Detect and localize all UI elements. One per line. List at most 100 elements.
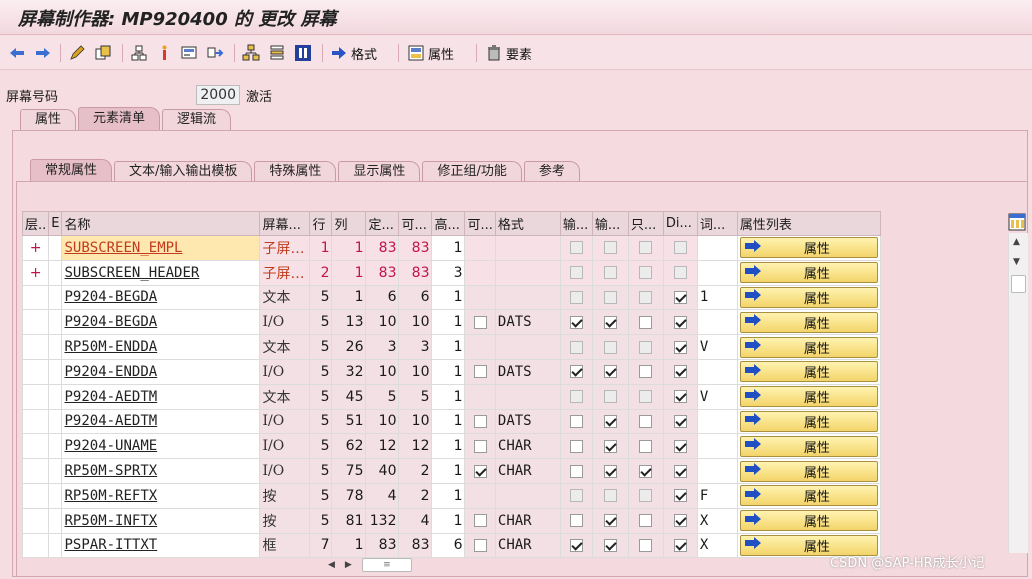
checkbox[interactable]: [639, 290, 653, 304]
scrollable-cell[interactable]: [464, 259, 496, 286]
checkbox[interactable]: [569, 514, 583, 528]
word-cell[interactable]: V: [696, 383, 738, 410]
output-cell[interactable]: [591, 408, 629, 435]
element-name[interactable]: P9204-BEGDA: [61, 284, 261, 311]
visible-length-cell[interactable]: 6: [398, 284, 433, 311]
height-cell[interactable]: 1: [431, 458, 466, 484]
word-cell[interactable]: [696, 433, 738, 460]
attributes-row-button[interactable]: 属性: [739, 361, 878, 383]
checkbox[interactable]: [673, 439, 687, 453]
output-cell[interactable]: [591, 309, 629, 336]
readonly-cell[interactable]: [627, 284, 664, 311]
word-cell[interactable]: F: [696, 482, 738, 509]
attributes-button[interactable]: 属性: [407, 42, 454, 64]
readonly-cell[interactable]: [627, 532, 664, 559]
col-word[interactable]: 词...: [696, 211, 738, 236]
dict-cell[interactable]: [662, 235, 698, 261]
checkbox[interactable]: [473, 315, 487, 329]
element-name[interactable]: P9204-UNAME: [61, 433, 261, 460]
table-row[interactable]: P9204-AEDTM 文本 5 45 5 5 1 V 属性: [21, 383, 881, 410]
attributes-row-button[interactable]: 属性: [739, 386, 878, 408]
attributes-row-button[interactable]: 属性: [739, 410, 878, 432]
visible-length-cell[interactable]: 10: [398, 358, 433, 385]
readonly-cell[interactable]: [627, 458, 664, 484]
output-cell[interactable]: [591, 334, 629, 360]
table-row[interactable]: PSPAR-ITTXT 框 7 1 83 83 6 CHAR X 属性: [21, 532, 881, 559]
tree-button[interactable]: [242, 42, 260, 64]
word-cell[interactable]: [696, 259, 738, 286]
tab-attributes[interactable]: 属性: [20, 109, 77, 130]
checkbox[interactable]: [673, 241, 687, 255]
checkbox[interactable]: [673, 489, 687, 503]
col-scrollable[interactable]: 可...: [464, 211, 496, 236]
horizontal-scroll-thumb[interactable]: ≡: [361, 558, 412, 572]
checkbox[interactable]: [673, 340, 687, 354]
input-cell[interactable]: [559, 309, 593, 336]
tab-display-attributes[interactable]: 显示属性: [338, 161, 421, 182]
checkbox[interactable]: [473, 365, 487, 379]
table-row[interactable]: RP50M-SPRTX I/O 5 75 40 2 1 CHAR 属性: [21, 458, 881, 484]
output-cell[interactable]: [591, 507, 629, 534]
visible-length-cell[interactable]: 10: [398, 309, 433, 336]
attributes-row-button[interactable]: 属性: [739, 460, 878, 482]
row-marker[interactable]: +: [21, 235, 50, 261]
element-name[interactable]: RP50M-SPRTX: [61, 458, 261, 484]
visible-length-cell[interactable]: 10: [398, 408, 433, 435]
checkbox[interactable]: [603, 514, 617, 528]
checkbox[interactable]: [603, 315, 617, 329]
output-cell[interactable]: [591, 532, 629, 559]
word-cell[interactable]: [696, 458, 738, 484]
col-visible-length[interactable]: 可...: [398, 211, 433, 236]
checkbox[interactable]: [673, 266, 687, 280]
height-cell[interactable]: 1: [431, 309, 466, 336]
visible-length-cell[interactable]: 3: [398, 334, 433, 360]
attributes-row-button[interactable]: 属性: [739, 237, 878, 259]
scroll-down-icon[interactable]: ▼: [1013, 257, 1020, 267]
checkbox[interactable]: [603, 489, 617, 503]
checkbox[interactable]: [603, 538, 617, 552]
scrollable-cell[interactable]: [464, 358, 496, 385]
element-name[interactable]: SUBSCREEN_HEADER: [61, 259, 261, 286]
visible-length-cell[interactable]: 5: [398, 383, 433, 410]
element-name[interactable]: P9204-AEDTM: [61, 383, 261, 410]
table-row[interactable]: P9204-ENDDA I/O 5 32 10 10 1 DATS 属性: [21, 358, 881, 385]
input-cell[interactable]: [559, 482, 593, 509]
dict-cell[interactable]: [662, 358, 698, 385]
dict-cell[interactable]: [662, 334, 698, 360]
checkbox[interactable]: [603, 241, 617, 255]
checkbox[interactable]: [473, 414, 487, 428]
checkbox[interactable]: [639, 315, 653, 329]
element-name[interactable]: P9204-BEGDA: [61, 309, 261, 336]
checkbox[interactable]: [473, 439, 487, 453]
checkbox[interactable]: [639, 266, 653, 280]
word-cell[interactable]: [696, 358, 738, 385]
scroll-left-icon[interactable]: ◀: [328, 560, 335, 570]
checkbox[interactable]: [639, 414, 653, 428]
col-output[interactable]: 输...: [591, 211, 629, 236]
dict-cell[interactable]: [662, 309, 698, 336]
tab-general-attributes[interactable]: 常规属性: [30, 159, 113, 182]
checkbox[interactable]: [569, 241, 583, 255]
checkbox[interactable]: [473, 514, 487, 528]
checkbox[interactable]: [473, 464, 487, 478]
word-cell[interactable]: V: [696, 334, 738, 360]
dict-cell[interactable]: [662, 532, 698, 559]
height-cell[interactable]: 1: [431, 334, 466, 360]
height-cell[interactable]: 1: [431, 235, 466, 261]
stack-button[interactable]: [268, 42, 286, 64]
input-cell[interactable]: [559, 334, 593, 360]
input-cell[interactable]: [559, 284, 593, 311]
word-cell[interactable]: X: [696, 507, 738, 534]
input-cell[interactable]: [559, 383, 593, 410]
element-name[interactable]: RP50M-INFTX: [61, 507, 261, 534]
table-row[interactable]: + SUBSCREEN_HEADER 子屏… 2 1 83 83 3 属性: [21, 259, 881, 286]
output-cell[interactable]: [591, 284, 629, 311]
word-cell[interactable]: [696, 235, 738, 261]
tab-references[interactable]: 参考: [523, 161, 580, 182]
hierarchy-button[interactable]: [130, 42, 148, 64]
visible-length-cell[interactable]: 2: [398, 482, 433, 509]
col-screen-type[interactable]: 屏幕...: [259, 211, 311, 236]
dict-cell[interactable]: [662, 507, 698, 534]
scrollable-cell[interactable]: [464, 532, 496, 559]
checkbox[interactable]: [639, 340, 653, 354]
